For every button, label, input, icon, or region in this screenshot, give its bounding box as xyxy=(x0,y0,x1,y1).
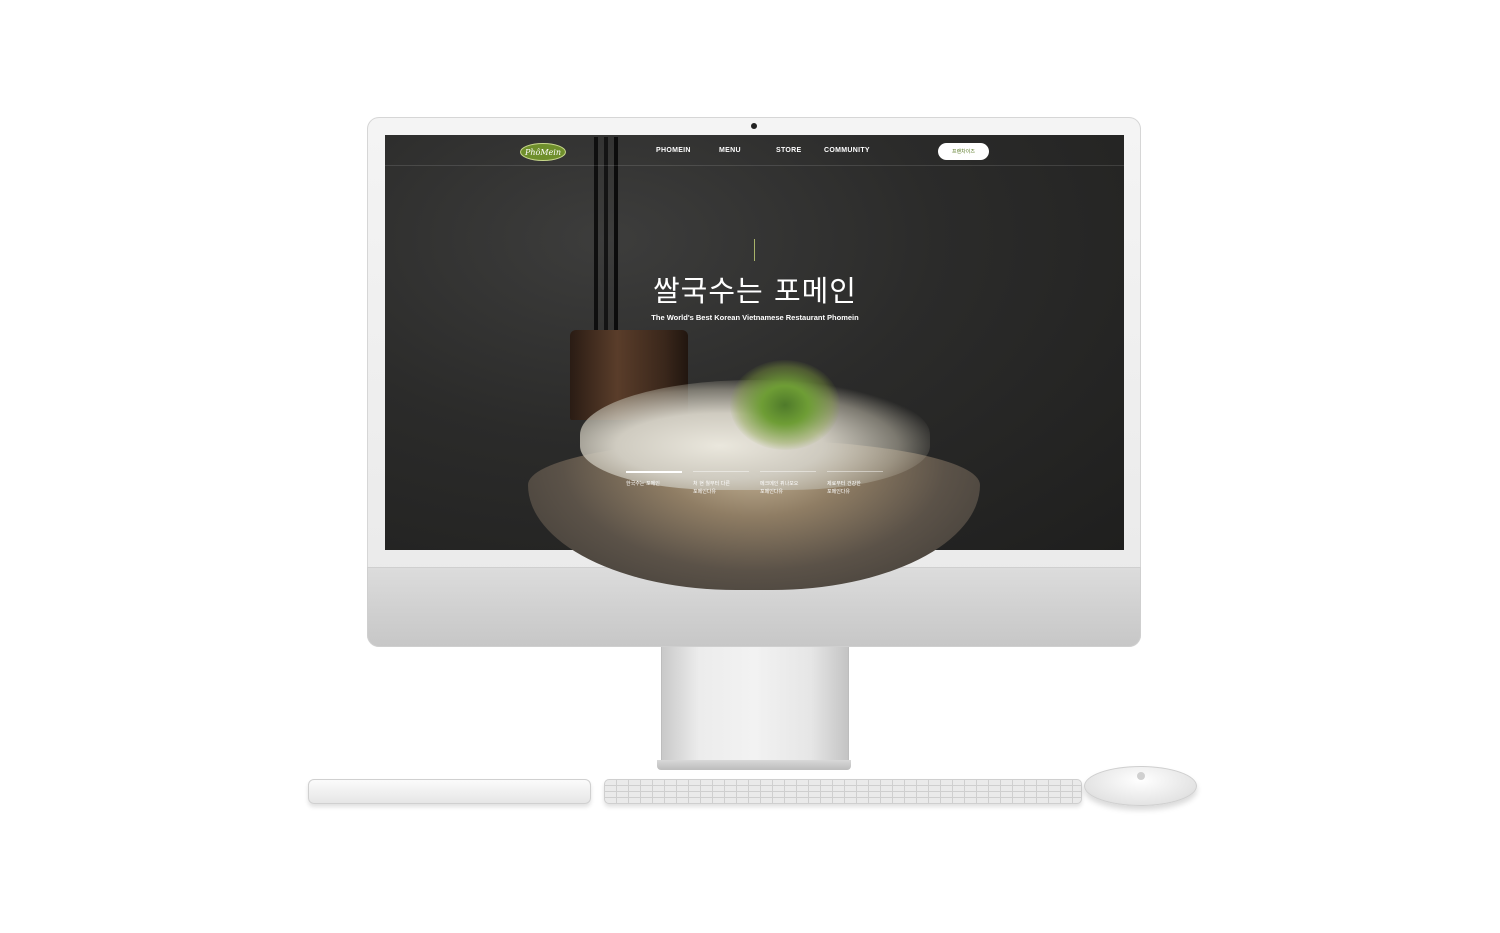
imac-stand-foot xyxy=(657,760,851,770)
tab-indicator-2[interactable] xyxy=(693,471,749,472)
hero-title: 쌀국수는 포메인 xyxy=(653,274,857,308)
imac-stand xyxy=(661,647,849,763)
hero-accent-line xyxy=(754,239,755,261)
apple-logo-icon xyxy=(1137,772,1145,780)
nav-item-phomein[interactable]: PHOMEIN xyxy=(656,147,691,157)
site-header xyxy=(385,135,1124,166)
hero-subtitle: The World's Best Korean Vietnamese Resta… xyxy=(651,313,859,322)
camera-icon xyxy=(751,123,757,129)
tab-indicator-3[interactable] xyxy=(760,471,816,472)
keyboard xyxy=(604,779,1082,804)
franchise-button[interactable]: 프랜차이즈 xyxy=(938,143,989,160)
tab-indicator-1[interactable] xyxy=(626,471,682,473)
nav-item-menu[interactable]: MENU xyxy=(719,147,741,157)
site-logo[interactable]: PhôMein xyxy=(520,143,566,161)
tab-label-1[interactable]: 한국수는 포메인 xyxy=(626,480,681,488)
nav-item-store[interactable]: STORE xyxy=(776,147,802,157)
herbs-image xyxy=(730,360,840,450)
tab-label-2[interactable]: 처 현 월부터 다른 포메인다유 xyxy=(693,480,735,496)
tab-label-4[interactable]: 제료부터 건강한 포메인다유 xyxy=(827,480,865,496)
tab-label-3[interactable]: 메크메인 뀌나모오 포메인다유 xyxy=(760,480,804,496)
tab-indicator-4[interactable] xyxy=(827,471,883,472)
trackpad xyxy=(308,779,591,804)
nav-item-community[interactable]: COMMUNITY xyxy=(824,147,870,157)
